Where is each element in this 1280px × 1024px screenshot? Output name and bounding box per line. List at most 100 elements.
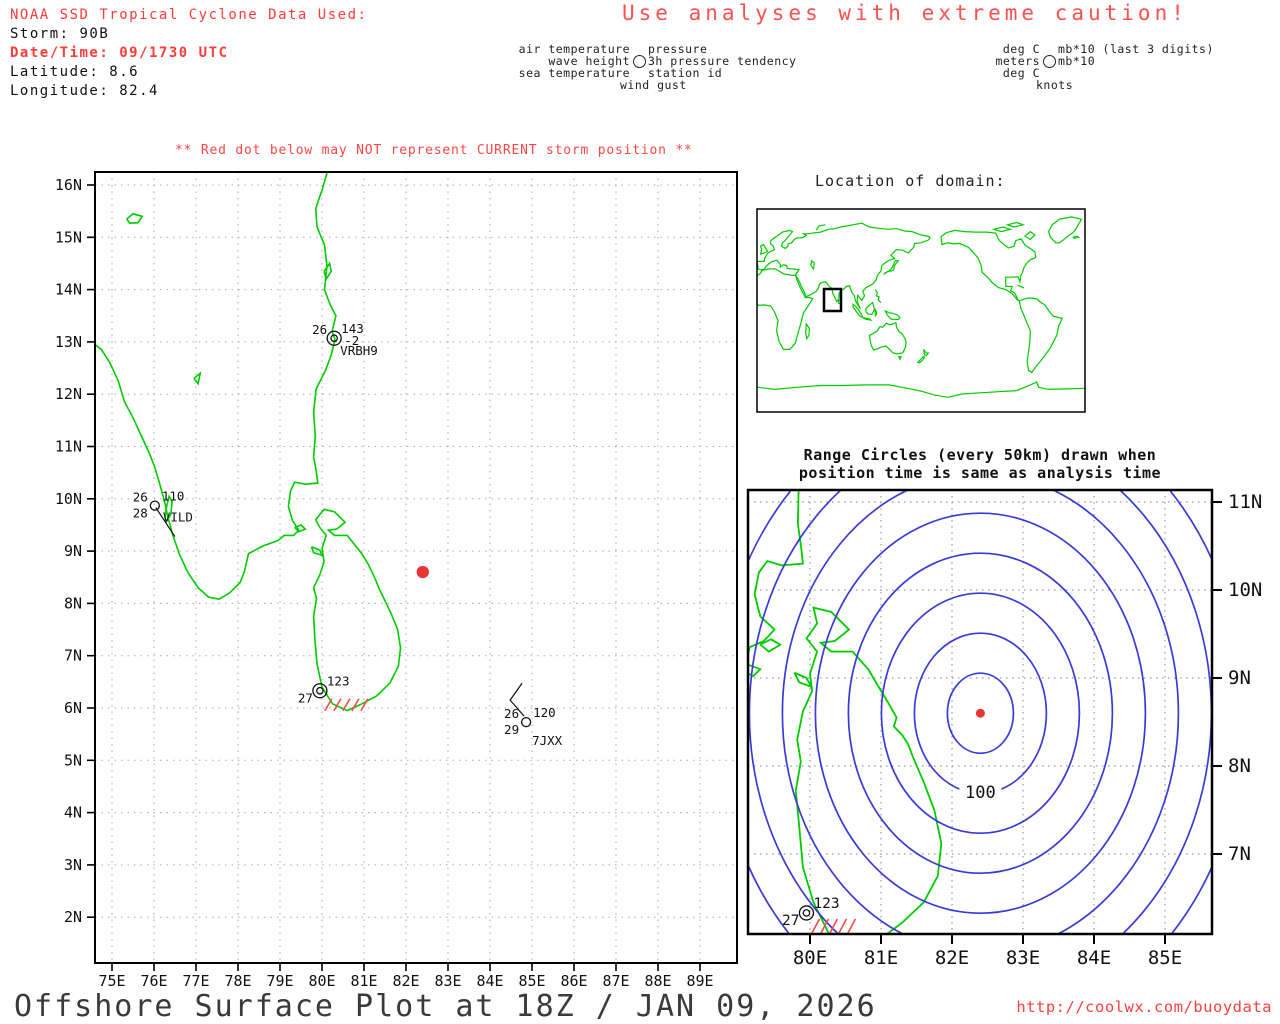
station-id-label: VILD [163, 510, 193, 525]
main-map-y-tick-label: 3N [64, 856, 82, 874]
range-y-tick-label: 10N [1228, 579, 1262, 601]
world-coast-samerica [1018, 297, 1064, 374]
small-island [323, 261, 333, 282]
world-coast-cuba [1017, 284, 1025, 289]
station-air-temp: 26 [504, 706, 519, 721]
range-y-tick-label: 7N [1228, 843, 1251, 865]
main-map-y-tick-label: 11N [55, 438, 82, 456]
station-id-label: VRBH9 [340, 343, 378, 358]
range-circles [748, 490, 1212, 934]
station-pressure: 123 [327, 674, 350, 689]
small-island [126, 212, 144, 225]
main-map-y-tick-label: 6N [64, 699, 82, 717]
station-pressure: 110 [162, 489, 185, 504]
main-map-y-tick-label: 16N [55, 176, 82, 194]
small-island [793, 671, 814, 689]
main-map-y-tick-label: 14N [55, 281, 82, 299]
main-map-x-tick-label: 76E [140, 972, 167, 990]
world-coast-borneo [865, 301, 876, 316]
world-coast-namerica [940, 229, 1037, 302]
station-id-missing-slash [810, 918, 821, 935]
main-map-y-tick-label: 8N [64, 594, 82, 612]
station-sea-temp: 27 [298, 691, 313, 706]
main-map-y-tick-label: 13N [55, 333, 82, 351]
main-map-x-tick-label: 84E [476, 972, 503, 990]
storm-position-dot [416, 565, 429, 579]
world-locator-map [756, 208, 1086, 413]
station-sea-temp: 28 [133, 506, 148, 521]
station-id-missing-slash [837, 918, 848, 935]
main-map-x-tick-label: 82E [392, 972, 419, 990]
world-coastlines [757, 216, 1085, 398]
main-map-x-tick-label: 78E [224, 972, 251, 990]
station-sea-temp: 29 [504, 722, 519, 737]
footer-url: http://coolwx.com/buoydata [1016, 998, 1272, 1016]
main-map-x-tick-label: 85E [518, 972, 545, 990]
main-map-x-tick-label: 89E [686, 972, 713, 990]
main-map-x-tick-label: 86E [560, 972, 587, 990]
range-x-tick-label: 84E [1077, 947, 1111, 969]
world-coast-uk [759, 243, 769, 255]
main-map-y-tick-label: 15N [55, 228, 82, 246]
main-map-y-tick-label: 7N [64, 647, 82, 665]
main-map-x-tick-label: 87E [602, 972, 629, 990]
world-coast-australia [868, 321, 907, 355]
world-coast-newguinea [884, 309, 901, 321]
main-map-x-tick-label: 80E [308, 972, 335, 990]
range-circle-450km [748, 490, 749, 491]
world-coast-arctic1 [991, 226, 1013, 233]
station-marker [798, 905, 815, 921]
world-coast-tasmania [897, 356, 902, 361]
range-circles-plot: 100 123 27 80E 81E 82E 83E 84E 85E 11N 10N 9N 8N 7N [746, 488, 1262, 969]
range-y-tick-label: 11N [1228, 491, 1262, 513]
main-map-x-tick-label: 77E [182, 972, 209, 990]
main-map-coastline [95, 172, 402, 712]
range-x-tick-label: 80E [793, 947, 827, 969]
station-plot: 26 110 28 VILD [133, 489, 193, 537]
station-id-missing-slash [846, 918, 857, 935]
main-map-y-tick-label: 2N [64, 908, 82, 926]
main-map-x-tick-label: 81E [350, 972, 377, 990]
world-coast-nz_south [916, 355, 926, 364]
world-coast-sumatra [852, 302, 864, 319]
sri-lanka-coastline [794, 606, 943, 934]
range-x-tick-label: 85E [1148, 947, 1182, 969]
world-coast-caspian [810, 259, 816, 271]
station-air-temp: 26 [312, 322, 327, 337]
small-island [748, 663, 762, 678]
range-y-tick-label: 8N [1228, 755, 1251, 777]
station-id-missing-slash [324, 698, 333, 712]
station-pressure: 120 [533, 705, 556, 720]
station-marker [149, 500, 160, 511]
range-circle-label: 100 [965, 783, 996, 803]
station-plot: 26 120 29 7JXX [504, 682, 563, 748]
range-x-tick-label: 81E [864, 947, 898, 969]
main-map-x-tick-label: 79E [266, 972, 293, 990]
station-id-label: 7JXX [532, 733, 563, 748]
world-coast-novaya [815, 224, 826, 231]
main-map: 75E 76E 77E 78E 79E 80E 81E 82E 83E 84E 85E 86E 87E 8… [55, 171, 738, 990]
main-map-y-tick-label: 4N [64, 804, 82, 822]
range-x-tick-label: 83E [1006, 947, 1040, 969]
main-map-x-tick-label: 75E [98, 972, 125, 990]
world-coast-antarctica [757, 381, 1085, 398]
india-coastline [95, 172, 337, 601]
footer-title: Offshore Surface Plot at 18Z / JAN 09, 2… [14, 989, 877, 1024]
world-coast-java [862, 316, 873, 321]
main-map-frame [94, 171, 738, 964]
small-island [193, 371, 202, 386]
offshore-surface-plot-page: NOAA SSD Tropical Cyclone Data Used: Sto… [0, 0, 1280, 1024]
station-air-temp: 26 [133, 490, 148, 505]
world-coast-africa [757, 268, 814, 350]
range-coastline [748, 490, 943, 934]
world-coast-philippines [874, 289, 882, 304]
world-coast-sulawesi [874, 307, 878, 318]
world-coast-greenland [1047, 216, 1083, 244]
range-x-tick-label: 82E [935, 947, 969, 969]
main-map-gridlines [95, 172, 737, 963]
station-sea-temp: 27 [782, 913, 799, 929]
station-marker-inner [316, 686, 324, 695]
station-id-missing-slash [360, 698, 369, 712]
station-id-missing-slash [351, 698, 360, 712]
range-center-dot [975, 708, 985, 718]
